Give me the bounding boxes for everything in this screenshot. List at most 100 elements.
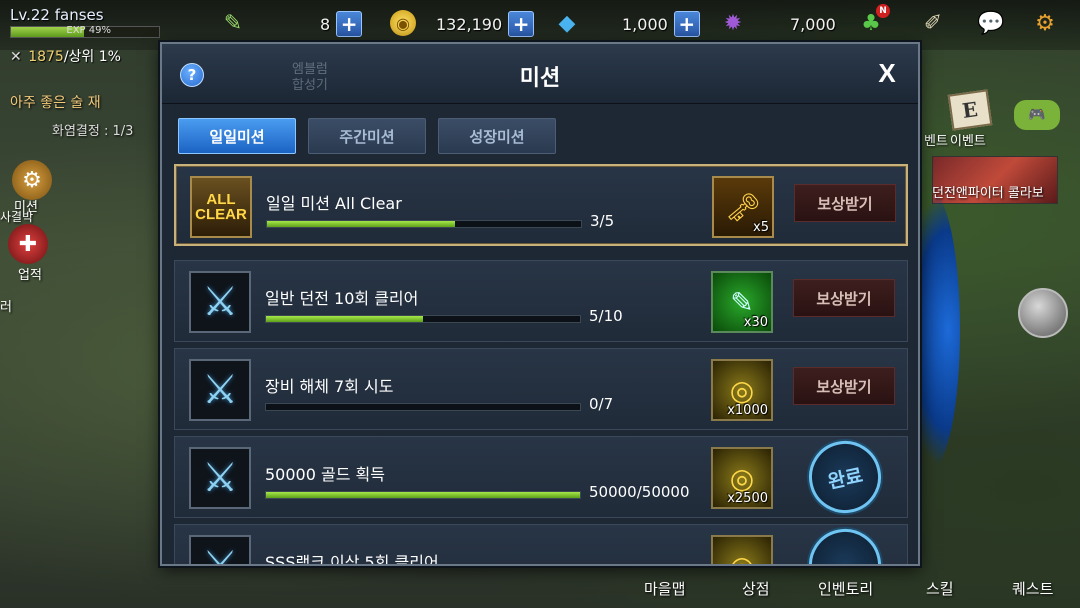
tab-growth[interactable]: 성장미션	[438, 118, 556, 154]
stamina-potion-icon: ✎	[223, 10, 243, 36]
reward-slot[interactable]: ◎ x2500	[711, 447, 773, 509]
mission-progress-fill	[266, 492, 580, 498]
rank-row: ✕ 1875/상위 1%	[10, 46, 121, 66]
mission-row: ALL CLEAR 일일 미션 All Clear 3/5 🗝 x5 보상받기	[174, 164, 908, 246]
chat-icon[interactable]: 💬	[976, 8, 1006, 38]
stamina-potion-icon: ✎	[730, 285, 754, 319]
gold-coins-icon: ◎	[729, 461, 755, 495]
gold-coin-icon: ◉	[390, 10, 416, 36]
crystal-value: 7,000	[790, 14, 836, 34]
completed-badge	[802, 522, 888, 564]
menu-village-map[interactable]: 마을맵	[644, 578, 685, 599]
swords-icon: ✕	[10, 49, 22, 65]
left-partial-label: 러	[0, 300, 12, 315]
mission-progress-bar	[266, 220, 582, 228]
add-stamina-button[interactable]: +	[336, 11, 363, 37]
tab-weekly[interactable]: 주간미션	[308, 118, 426, 154]
mission-row: ⚔ SSS랭크 이상 5회 클리어 ◎	[174, 522, 908, 566]
mission-dialog: ? 엠블럼 합성기 미션 X 일일미션 주간미션 성장미션 ALL CLEAR 일…	[160, 42, 920, 566]
gold-coins-icon: ◎	[729, 549, 755, 566]
mission-title: 장비 해체 7회 시도	[265, 377, 394, 396]
rank-value: 1875	[28, 49, 64, 65]
mission-progress-text: 0/7	[589, 395, 614, 413]
reward-quantity: x30	[743, 315, 768, 330]
reward-slot[interactable]: ◎ x1000	[711, 359, 773, 421]
reward-slot[interactable]: ✎ x30	[711, 271, 773, 333]
mission-title: SSS랭크 이상 5회 클리어	[265, 553, 439, 566]
stamina-value: 8	[320, 14, 331, 34]
mission-progress-text: 3/5	[590, 212, 615, 230]
right-event-label: 벤트	[924, 134, 948, 149]
claim-reward-button[interactable]: 보상받기	[793, 367, 895, 405]
collab-label[interactable]: 던전앤파이터 콜라보	[932, 182, 1044, 201]
mission-progress-bar	[265, 315, 581, 323]
gem-icon: ◆	[558, 10, 576, 36]
mission-gear-icon[interactable]: ⚙	[12, 160, 52, 200]
exp-bar: EXP 49%	[10, 25, 160, 38]
crossed-swords-icon: ⚔	[189, 447, 251, 509]
exp-text: EXP 49%	[66, 25, 111, 36]
player-name: fanses	[54, 6, 104, 24]
mission-title: 일반 던전 10회 클리어	[265, 289, 419, 308]
gem-currency: 1,000 +	[622, 10, 700, 38]
rank-percent: /상위 1%	[63, 49, 121, 65]
golden-key-icon: 🗝	[725, 190, 761, 224]
player-info[interactable]: Lv.22 fanses EXP 49%	[10, 6, 160, 38]
mission-title: 일일 미션 All Clear	[266, 194, 402, 213]
menu-shop[interactable]: 상점	[742, 578, 770, 599]
crossed-swords-icon: ⚔	[189, 535, 251, 564]
mission-row: ⚔ 장비 해체 7회 시도 0/7 ◎ x1000 보상받기	[174, 348, 908, 430]
reward-quantity: x1000	[727, 403, 768, 418]
mission-row: ⚔ 50000 골드 획득 50000/50000 ◎ x2500 완료	[174, 434, 908, 520]
achievement-icon[interactable]: ✚	[8, 224, 48, 264]
gear-icon[interactable]: ⚙	[1030, 8, 1060, 38]
tab-daily[interactable]: 일일미션	[178, 118, 296, 154]
crossed-swords-icon: ⚔	[189, 359, 251, 421]
add-gold-button[interactable]: +	[508, 11, 535, 37]
pencil-icon[interactable]: ✐	[918, 8, 948, 38]
add-gem-button[interactable]: +	[673, 11, 700, 37]
mission-progress-bar	[265, 491, 581, 499]
gold-coins-icon: ◎	[729, 373, 755, 407]
crossed-swords-icon: ⚔	[189, 271, 251, 333]
mission-progress-text: 5/10	[589, 307, 623, 325]
notification-badge: N	[876, 4, 890, 18]
claim-reward-button[interactable]: 보상받기	[794, 184, 896, 222]
mission-progress-bar	[265, 403, 581, 411]
reward-slot[interactable]: ◎	[711, 535, 773, 566]
mission-row: ⚔ 일반 던전 10회 클리어 5/10 ✎ x30 보상받기	[174, 260, 908, 342]
gold-value: 132,190	[436, 14, 503, 34]
joystick-button[interactable]	[1018, 288, 1068, 338]
gamepad-icon[interactable]: 🎮	[1014, 100, 1060, 130]
quest-title[interactable]: 아주 좋은 술 재	[10, 92, 101, 112]
mission-progress-fill	[266, 316, 423, 322]
claim-reward-button[interactable]: 보상받기	[793, 279, 895, 317]
gem-value: 1,000	[622, 14, 668, 34]
reward-slot[interactable]: 🗝 x5	[712, 176, 774, 238]
mission-title: 50000 골드 획득	[265, 465, 385, 484]
crystal-icon: ✹	[723, 10, 743, 36]
reward-quantity: x5	[753, 220, 769, 235]
player-level: Lv.22	[10, 6, 50, 24]
gold-currency: 132,190 +	[436, 10, 535, 38]
stamina-currency: 8 +	[320, 10, 363, 38]
right-event2-label: 이벤트	[950, 134, 986, 149]
mission-progress-text: 50000/50000	[589, 483, 690, 501]
dialog-header: ? 엠블럼 합성기 미션 X	[162, 44, 918, 104]
left-buy-label: 사결박	[0, 210, 34, 224]
mission-progress-fill	[267, 221, 456, 227]
friends-icon[interactable]: ♣ N	[856, 4, 890, 38]
player-level-name: Lv.22 fanses	[10, 6, 160, 24]
event-book-icon[interactable]: E	[947, 89, 993, 131]
dialog-title: 미션	[519, 66, 561, 91]
quest-progress: 화염결정 : 1/3	[52, 124, 134, 139]
close-button[interactable]: X	[872, 58, 902, 88]
menu-inventory[interactable]: 인벤토리	[818, 578, 873, 599]
menu-quest[interactable]: 퀘스트	[1012, 578, 1053, 599]
all-clear-icon: ALL CLEAR	[190, 176, 252, 238]
menu-skill[interactable]: 스킬	[926, 578, 954, 599]
reward-quantity: x2500	[727, 491, 768, 506]
completed-badge: 완료	[802, 434, 888, 520]
crystal-currency: 7,000	[790, 10, 836, 38]
mission-tabs: 일일미션 주간미션 성장미션	[178, 118, 556, 154]
